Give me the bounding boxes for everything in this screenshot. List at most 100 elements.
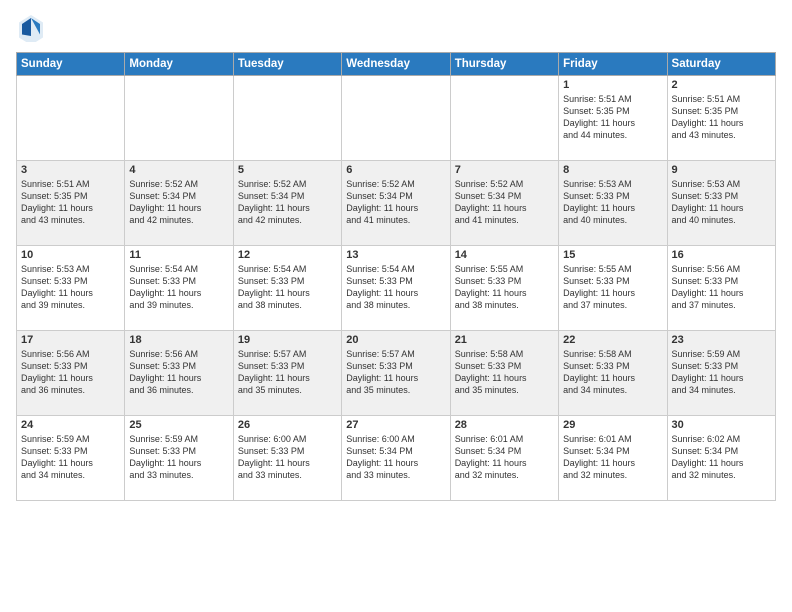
day-number: 8	[563, 164, 662, 176]
calendar-cell: 27 Sunrise: 6:00 AM Sunset: 5:34 PM Dayli…	[342, 416, 450, 501]
header	[16, 12, 776, 42]
day-number: 18	[129, 334, 228, 346]
calendar-cell: 20 Sunrise: 5:57 AM Sunset: 5:33 PM Dayli…	[342, 331, 450, 416]
calendar-cell: 3 Sunrise: 5:51 AM Sunset: 5:35 PM Daylig…	[17, 161, 125, 246]
calendar-cell: 19 Sunrise: 5:57 AM Sunset: 5:33 PM Dayli…	[233, 331, 341, 416]
week-row-4: 17 Sunrise: 5:56 AM Sunset: 5:33 PM Dayli…	[17, 331, 776, 416]
day-number: 17	[21, 334, 120, 346]
calendar: SundayMondayTuesdayWednesdayThursdayFrid…	[16, 52, 776, 501]
day-info: Sunrise: 5:58 AM Sunset: 5:33 PM Dayligh…	[455, 348, 554, 397]
day-info: Sunrise: 6:00 AM Sunset: 5:34 PM Dayligh…	[346, 433, 445, 482]
day-number: 19	[238, 334, 337, 346]
weekday-header-wednesday: Wednesday	[342, 53, 450, 76]
page: SundayMondayTuesdayWednesdayThursdayFrid…	[0, 0, 792, 612]
day-number: 5	[238, 164, 337, 176]
week-row-5: 24 Sunrise: 5:59 AM Sunset: 5:33 PM Dayli…	[17, 416, 776, 501]
calendar-cell: 5 Sunrise: 5:52 AM Sunset: 5:34 PM Daylig…	[233, 161, 341, 246]
day-info: Sunrise: 5:59 AM Sunset: 5:33 PM Dayligh…	[129, 433, 228, 482]
day-info: Sunrise: 5:52 AM Sunset: 5:34 PM Dayligh…	[455, 178, 554, 227]
day-number: 22	[563, 334, 662, 346]
calendar-cell: 1 Sunrise: 5:51 AM Sunset: 5:35 PM Daylig…	[559, 76, 667, 161]
day-number: 15	[563, 249, 662, 261]
calendar-cell: 18 Sunrise: 5:56 AM Sunset: 5:33 PM Dayli…	[125, 331, 233, 416]
day-info: Sunrise: 6:02 AM Sunset: 5:34 PM Dayligh…	[672, 433, 771, 482]
day-number: 9	[672, 164, 771, 176]
calendar-cell: 29 Sunrise: 6:01 AM Sunset: 5:34 PM Dayli…	[559, 416, 667, 501]
day-number: 1	[563, 79, 662, 91]
weekday-header-sunday: Sunday	[17, 53, 125, 76]
day-number: 29	[563, 419, 662, 431]
calendar-cell: 22 Sunrise: 5:58 AM Sunset: 5:33 PM Dayli…	[559, 331, 667, 416]
calendar-cell: 15Sunrise: 5:55 AM Sunset: 5:33 PM Dayli…	[559, 246, 667, 331]
calendar-cell: 23 Sunrise: 5:59 AM Sunset: 5:33 PM Dayli…	[667, 331, 775, 416]
day-info: Sunrise: 5:53 AM Sunset: 5:33 PM Dayligh…	[563, 178, 662, 227]
calendar-cell: 7 Sunrise: 5:52 AM Sunset: 5:34 PM Daylig…	[450, 161, 558, 246]
day-number: 26	[238, 419, 337, 431]
day-number: 12	[238, 249, 337, 261]
calendar-cell: 17 Sunrise: 5:56 AM Sunset: 5:33 PM Dayli…	[17, 331, 125, 416]
calendar-cell: 6 Sunrise: 5:52 AM Sunset: 5:34 PM Daylig…	[342, 161, 450, 246]
logo	[16, 12, 50, 42]
calendar-cell: 2Sunrise: 5:51 AM Sunset: 5:35 PM Daylig…	[667, 76, 775, 161]
day-number: 3	[21, 164, 120, 176]
day-number: 6	[346, 164, 445, 176]
day-info: Sunrise: 5:55 AM Sunset: 5:33 PM Dayligh…	[455, 263, 554, 312]
day-number: 28	[455, 419, 554, 431]
day-info: Sunrise: 5:53 AM Sunset: 5:33 PM Dayligh…	[21, 263, 120, 312]
day-info: Sunrise: 5:56 AM Sunset: 5:33 PM Dayligh…	[21, 348, 120, 397]
day-number: 16	[672, 249, 771, 261]
day-info: Sunrise: 6:00 AM Sunset: 5:33 PM Dayligh…	[238, 433, 337, 482]
day-number: 24	[21, 419, 120, 431]
day-info: Sunrise: 6:01 AM Sunset: 5:34 PM Dayligh…	[563, 433, 662, 482]
day-info: Sunrise: 5:58 AM Sunset: 5:33 PM Dayligh…	[563, 348, 662, 397]
calendar-cell: 8 Sunrise: 5:53 AM Sunset: 5:33 PM Daylig…	[559, 161, 667, 246]
day-number: 13	[346, 249, 445, 261]
calendar-cell: 14 Sunrise: 5:55 AM Sunset: 5:33 PM Dayli…	[450, 246, 558, 331]
day-number: 7	[455, 164, 554, 176]
day-info: Sunrise: 5:57 AM Sunset: 5:33 PM Dayligh…	[346, 348, 445, 397]
calendar-cell: 28Sunrise: 6:01 AM Sunset: 5:34 PM Dayli…	[450, 416, 558, 501]
day-info: Sunrise: 5:52 AM Sunset: 5:34 PM Dayligh…	[346, 178, 445, 227]
day-info: Sunrise: 5:56 AM Sunset: 5:33 PM Dayligh…	[129, 348, 228, 397]
day-number: 30	[672, 419, 771, 431]
week-row-2: 3 Sunrise: 5:51 AM Sunset: 5:35 PM Daylig…	[17, 161, 776, 246]
calendar-cell: 25Sunrise: 5:59 AM Sunset: 5:33 PM Dayli…	[125, 416, 233, 501]
week-row-1: 1 Sunrise: 5:51 AM Sunset: 5:35 PM Daylig…	[17, 76, 776, 161]
day-number: 21	[455, 334, 554, 346]
weekday-header-monday: Monday	[125, 53, 233, 76]
day-number: 20	[346, 334, 445, 346]
calendar-cell: 4 Sunrise: 5:52 AM Sunset: 5:34 PM Daylig…	[125, 161, 233, 246]
calendar-cell	[342, 76, 450, 161]
day-number: 4	[129, 164, 228, 176]
weekday-header-saturday: Saturday	[667, 53, 775, 76]
weekday-header-tuesday: Tuesday	[233, 53, 341, 76]
day-number: 11	[129, 249, 228, 261]
day-info: Sunrise: 5:51 AM Sunset: 5:35 PM Dayligh…	[21, 178, 120, 227]
day-info: Sunrise: 5:57 AM Sunset: 5:33 PM Dayligh…	[238, 348, 337, 397]
calendar-cell: 12Sunrise: 5:54 AM Sunset: 5:33 PM Dayli…	[233, 246, 341, 331]
calendar-cell: 16Sunrise: 5:56 AM Sunset: 5:33 PM Dayli…	[667, 246, 775, 331]
day-info: Sunrise: 5:53 AM Sunset: 5:33 PM Dayligh…	[672, 178, 771, 227]
calendar-cell: 24Sunrise: 5:59 AM Sunset: 5:33 PM Dayli…	[17, 416, 125, 501]
calendar-cell: 13 Sunrise: 5:54 AM Sunset: 5:33 PM Dayli…	[342, 246, 450, 331]
calendar-cell	[125, 76, 233, 161]
day-number: 10	[21, 249, 120, 261]
calendar-cell: 26 Sunrise: 6:00 AM Sunset: 5:33 PM Dayli…	[233, 416, 341, 501]
weekday-header-thursday: Thursday	[450, 53, 558, 76]
calendar-cell: 21 Sunrise: 5:58 AM Sunset: 5:33 PM Dayli…	[450, 331, 558, 416]
day-info: Sunrise: 5:59 AM Sunset: 5:33 PM Dayligh…	[672, 348, 771, 397]
week-row-3: 10 Sunrise: 5:53 AM Sunset: 5:33 PM Dayli…	[17, 246, 776, 331]
calendar-cell	[233, 76, 341, 161]
calendar-cell: 10 Sunrise: 5:53 AM Sunset: 5:33 PM Dayli…	[17, 246, 125, 331]
day-info: Sunrise: 5:52 AM Sunset: 5:34 PM Dayligh…	[129, 178, 228, 227]
calendar-cell: 30 Sunrise: 6:02 AM Sunset: 5:34 PM Dayli…	[667, 416, 775, 501]
day-info: Sunrise: 5:51 AM Sunset: 5:35 PM Dayligh…	[563, 93, 662, 142]
weekday-header-friday: Friday	[559, 53, 667, 76]
day-info: Sunrise: 5:52 AM Sunset: 5:34 PM Dayligh…	[238, 178, 337, 227]
day-info: Sunrise: 5:54 AM Sunset: 5:33 PM Dayligh…	[346, 263, 445, 312]
weekday-header-row: SundayMondayTuesdayWednesdayThursdayFrid…	[17, 53, 776, 76]
day-number: 23	[672, 334, 771, 346]
day-number: 14	[455, 249, 554, 261]
logo-icon	[16, 12, 46, 42]
day-number: 27	[346, 419, 445, 431]
